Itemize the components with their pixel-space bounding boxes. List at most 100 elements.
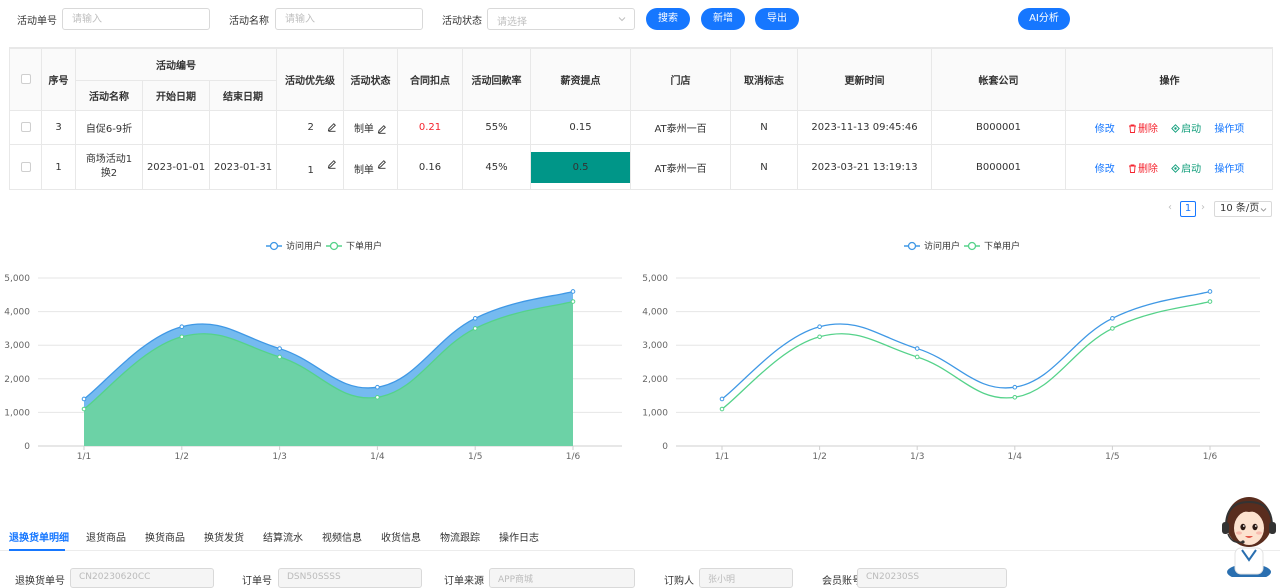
header-activity-name: 活动名称 [75, 80, 143, 111]
edit-icon[interactable] [377, 159, 387, 169]
x-tick-label: 1/1 [77, 452, 91, 462]
activity-name-input[interactable] [275, 8, 423, 30]
legend-label[interactable]: 访问用户 [924, 240, 960, 252]
tab-1[interactable]: 退换货单明细 [9, 529, 69, 544]
cell-salary: 0.15 [530, 110, 632, 145]
x-tick-label: 1/1 [715, 452, 729, 462]
add-button[interactable]: 新增 [701, 8, 745, 30]
orderer-field[interactable]: 张小明 [699, 568, 793, 588]
trash-icon [1128, 164, 1136, 173]
header-discount: 合同扣点 [397, 48, 464, 111]
data-point[interactable] [179, 324, 185, 330]
data-point[interactable] [719, 396, 725, 402]
tab-9[interactable]: 操作日志 [499, 529, 539, 544]
tab-8[interactable]: 物流跟踪 [440, 529, 480, 544]
data-point[interactable] [1012, 394, 1018, 400]
page-size-select[interactable]: 10 条/页 [1214, 201, 1272, 217]
operation-items-link[interactable]: 操作项 [1214, 160, 1244, 175]
table-row[interactable]: 3 自促6-9折 2 制单 0.21 55% 0.15 AT泰州一百 N 202… [9, 110, 1272, 145]
data-point[interactable] [179, 334, 185, 340]
data-point[interactable] [570, 289, 576, 294]
start-label: 启动 [1181, 163, 1202, 175]
tab-7[interactable]: 收货信息 [381, 529, 421, 544]
data-point[interactable] [1110, 316, 1115, 321]
order-no-field[interactable]: DSN50SSSS [278, 568, 422, 588]
data-point[interactable] [1110, 326, 1115, 331]
data-point[interactable] [914, 346, 920, 351]
x-tick-label: 1/6 [566, 452, 581, 462]
legend-marker [329, 241, 339, 251]
cell-company: B000001 [931, 144, 1067, 190]
ai-analysis-button[interactable]: AI分析 [1018, 8, 1070, 30]
data-point[interactable] [817, 334, 822, 340]
select-all-checkbox[interactable] [20, 74, 31, 84]
customer-service-assistant[interactable] [1218, 492, 1280, 580]
member-account-label: 会员账号 [822, 576, 862, 587]
edit-link[interactable]: 修改 [1095, 160, 1115, 175]
legend-label[interactable]: 访问用户 [286, 240, 322, 252]
data-point[interactable] [472, 326, 478, 331]
data-point[interactable] [817, 324, 822, 330]
pagination: ‹ 1 › 10 条/页 [1166, 201, 1276, 217]
tab-5[interactable]: 结算流水 [263, 529, 303, 544]
x-tick-label: 1/4 [370, 452, 385, 462]
active-tab-indicator [9, 549, 65, 551]
data-point[interactable] [277, 346, 282, 351]
tab-6[interactable]: 视频信息 [322, 529, 362, 544]
y-tick-label: 3,000 [4, 341, 30, 351]
order-source-label: 订单来源 [444, 576, 484, 587]
data-point[interactable] [1207, 289, 1213, 294]
order-no-input[interactable] [62, 8, 210, 30]
operation-items-link[interactable]: 操作项 [1214, 120, 1244, 135]
y-tick-label: 5,000 [642, 274, 668, 284]
data-point[interactable] [277, 354, 282, 360]
edit-icon[interactable] [377, 124, 387, 134]
start-link[interactable]: 启动 [1171, 160, 1201, 175]
start-link[interactable]: 启动 [1171, 120, 1201, 135]
edit-icon[interactable] [327, 122, 337, 132]
data-point[interactable] [914, 354, 920, 360]
data-point[interactable] [570, 299, 576, 304]
activity-name-label: 活动名称 [229, 16, 269, 27]
cell-start-date: 2023-01-01 [142, 144, 210, 190]
member-account-field[interactable]: CN20230SS [857, 568, 1007, 588]
return-no-label: 退换货单号 [15, 576, 65, 587]
data-point[interactable] [375, 384, 380, 390]
data-point[interactable] [375, 394, 380, 400]
tab-2[interactable]: 退货商品 [86, 529, 126, 544]
legend-label[interactable]: 下单用户 [984, 240, 1020, 252]
edit-icon[interactable] [327, 159, 337, 169]
edit-link[interactable]: 修改 [1095, 120, 1115, 135]
prev-page-icon[interactable]: ‹ [1168, 202, 1172, 213]
data-point[interactable] [472, 316, 478, 321]
cell-activity-name: 商场活动1换2 [75, 144, 143, 190]
activity-status-select[interactable]: 请选择 [487, 8, 635, 30]
cell-status: 制单 [343, 144, 399, 190]
next-page-icon[interactable]: › [1201, 202, 1205, 213]
header-salary: 薪资提点 [530, 48, 632, 111]
data-point[interactable] [81, 406, 87, 412]
table-row[interactable]: 1 商场活动1换2 2023-01-01 2023-01-31 1 制单 0.1… [9, 144, 1272, 190]
data-point[interactable] [1207, 299, 1213, 304]
row-checkbox[interactable] [20, 161, 31, 172]
y-tick-label: 3,000 [642, 341, 668, 351]
tab-4[interactable]: 换货发货 [204, 529, 244, 544]
delete-link[interactable]: 删除 [1128, 160, 1158, 175]
y-tick-label: 5,000 [4, 274, 30, 284]
data-point[interactable] [1012, 384, 1018, 390]
export-button[interactable]: 导出 [755, 8, 799, 30]
return-no-field[interactable]: CN20230620CC [70, 568, 214, 588]
row-checkbox[interactable] [20, 122, 31, 132]
current-page[interactable]: 1 [1180, 201, 1196, 217]
x-tick-label: 1/6 [1203, 452, 1218, 462]
priority-value: 2 [307, 122, 314, 133]
data-point[interactable] [81, 396, 87, 402]
line-chart: 0 1,000 2,000 3,000 4,000 5,000 1/1 1/2 1/3 1/4 1/… [638, 232, 1278, 472]
data-point[interactable] [719, 406, 725, 412]
delete-link[interactable]: 删除 [1128, 120, 1158, 135]
legend-label[interactable]: 下单用户 [346, 240, 382, 252]
search-button[interactable]: 搜索 [646, 8, 690, 30]
delete-label: 删除 [1137, 124, 1158, 135]
order-source-field[interactable]: APP商城 [489, 568, 635, 588]
tab-3[interactable]: 换货商品 [145, 529, 185, 544]
